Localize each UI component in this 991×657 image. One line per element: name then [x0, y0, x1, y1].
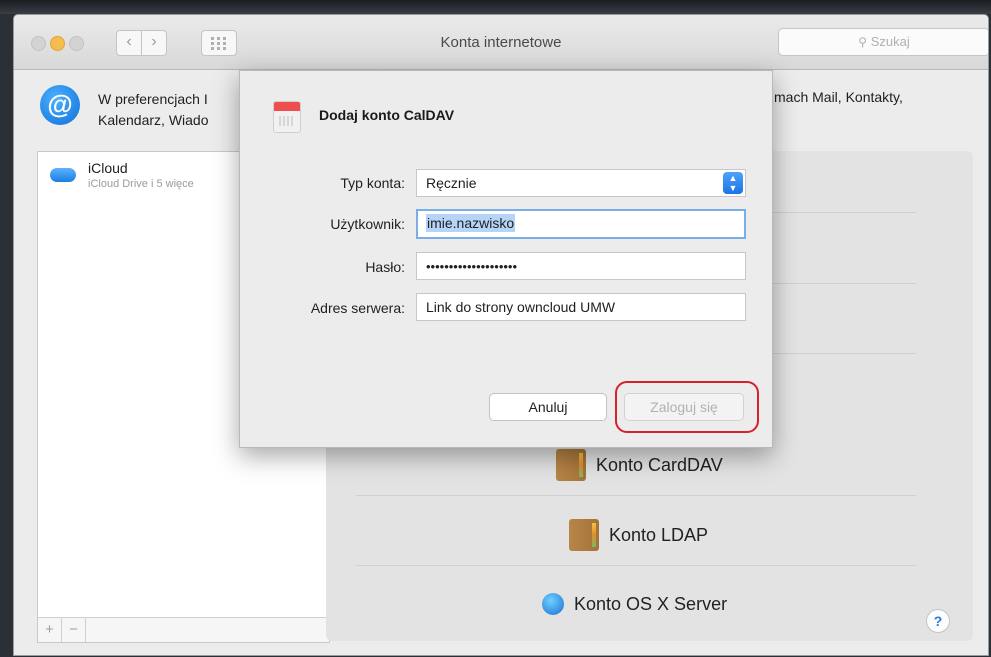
header-description: W preferencjach I Kalendarz, Wiado	[98, 89, 209, 131]
password-value: ••••••••••••••••••••	[426, 259, 518, 274]
account-name: iCloud	[88, 160, 128, 176]
server-address-value: Link do strony owncloud UMW	[426, 299, 616, 315]
description-line-2: Kalendarz, Wiado	[98, 112, 209, 128]
contacts-book-icon	[556, 449, 586, 481]
internet-accounts-icon: @	[40, 85, 80, 125]
user-field[interactable]: imie.nazwisko	[416, 209, 746, 239]
server-globe-icon	[542, 593, 564, 615]
provider-label: Konto CardDAV	[596, 454, 723, 475]
account-type-label: Typ konta:	[340, 175, 405, 191]
server-address-field[interactable]: Link do strony owncloud UMW	[416, 293, 746, 321]
divider	[356, 565, 916, 566]
sidebar-footer: + −	[38, 617, 329, 642]
user-value: imie.nazwisko	[426, 214, 516, 232]
search-field[interactable]: ⚲ Szukaj	[778, 28, 988, 56]
add-caldav-dialog: Dodaj konto CalDAV Typ konta: Ręcznie ▲ ▼…	[239, 70, 773, 448]
provider-label: Konto LDAP	[609, 524, 709, 545]
calendar-icon	[273, 101, 301, 133]
description-line-1: W preferencjach I	[98, 91, 208, 107]
provider-osx-server[interactable]: Konto OS X Server	[542, 593, 727, 615]
account-type-select[interactable]: Ręcznie ▲ ▼	[416, 169, 746, 197]
help-button[interactable]: ?	[926, 609, 950, 633]
chevron-updown-icon: ▲ ▼	[723, 172, 743, 194]
provider-label: Konto OS X Server	[574, 593, 728, 614]
user-label: Użytkownik:	[330, 216, 405, 232]
dialog-title: Dodaj konto CalDAV	[319, 107, 455, 123]
highlight-annotation	[615, 381, 759, 433]
provider-ldap[interactable]: Konto LDAP	[569, 519, 708, 551]
password-label: Hasło:	[365, 259, 405, 275]
title-bar: ‹ › Konta internetowe ⚲ Szukaj	[14, 15, 988, 70]
search-placeholder: Szukaj	[870, 34, 910, 49]
header-description-right: mach Mail, Kontakty,	[774, 89, 903, 105]
account-subtitle: iCloud Drive i 5 więce	[88, 178, 194, 190]
password-field[interactable]: ••••••••••••••••••••	[416, 252, 746, 280]
add-account-button[interactable]: +	[38, 618, 62, 642]
search-icon: ⚲	[858, 35, 868, 49]
remove-account-button[interactable]: −	[62, 618, 86, 642]
server-address-label: Adres serwera:	[310, 300, 405, 316]
desktop-background-strip	[0, 0, 991, 14]
provider-carddav[interactable]: Konto CardDAV	[556, 449, 723, 481]
icloud-icon	[50, 166, 76, 182]
contacts-book-icon	[569, 519, 599, 551]
divider	[356, 495, 916, 496]
account-type-value: Ręcznie	[426, 175, 477, 191]
cancel-button[interactable]: Anuluj	[489, 393, 607, 421]
